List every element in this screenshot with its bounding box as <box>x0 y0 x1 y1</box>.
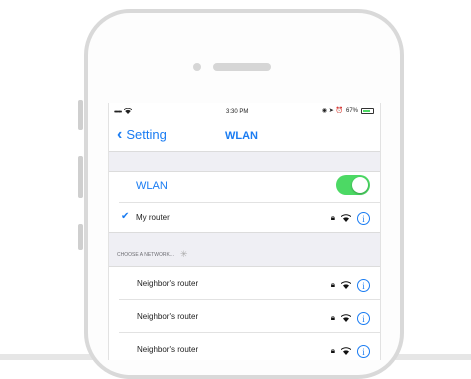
network-name: Neighbor's router <box>137 279 199 288</box>
wifi-icon <box>340 276 352 294</box>
loading-spinner-icon: ✳ <box>179 249 188 259</box>
info-icon[interactable]: i <box>357 311 370 325</box>
network-row[interactable]: Neighbor's router 🔒︎ i <box>119 299 380 332</box>
battery-icon <box>361 107 374 114</box>
volume-up-button <box>78 156 83 198</box>
status-right: ◉ ➤ ⏰ 67% <box>322 107 374 114</box>
wifi-icon <box>340 342 352 360</box>
choose-network-header: CHOOSE A NETWORK... ✳ <box>117 249 188 260</box>
phone-screen: ••••• 3:30 PM ◉ ➤ ⏰ 67% ‹ Setting WLAN W… <box>108 103 381 360</box>
section-header-label: CHOOSE A NETWORK... <box>117 251 174 258</box>
info-icon[interactable]: i <box>357 278 370 292</box>
page-title: WLAN <box>225 130 258 142</box>
network-icons: 🔒︎ i <box>331 342 370 360</box>
wifi-icon <box>340 209 352 227</box>
status-time: 3:30 PM <box>226 109 249 115</box>
battery-percent: 67% <box>345 107 358 114</box>
connected-network-row[interactable]: ✔ My router 🔒︎ i <box>119 202 380 233</box>
lock-icon: 🔒︎ <box>330 313 335 322</box>
info-icon[interactable]: i <box>357 211 370 225</box>
back-button[interactable]: ‹ Setting <box>117 125 167 143</box>
wlan-toggle-row: WLAN <box>109 172 380 202</box>
navigation-bar: ‹ Setting WLAN <box>109 121 380 152</box>
wifi-icon <box>123 107 133 116</box>
signal-strength: ••••• <box>114 108 122 116</box>
chevron-left-icon: ‹ <box>117 125 123 143</box>
wlan-group: WLAN ✔ My router 🔒︎ i <box>109 171 380 233</box>
network-name: Neighbor's router <box>137 345 199 354</box>
network-list: Neighbor's router 🔒︎ i Neighbor's router… <box>109 266 380 360</box>
network-icons: 🔒︎ i <box>331 276 370 294</box>
lock-icon: 🔒︎ <box>330 213 335 222</box>
front-camera <box>193 63 201 71</box>
network-row[interactable]: Neighbor's router 🔒︎ i <box>119 332 380 360</box>
earpiece-speaker <box>213 63 271 71</box>
checkmark-icon: ✔ <box>121 211 130 222</box>
lock-icon: 🔒︎ <box>330 280 335 289</box>
status-extras: ◉ ➤ ⏰ <box>321 108 343 114</box>
volume-down-button <box>78 224 83 250</box>
network-icons: 🔒︎ i <box>331 209 370 227</box>
network-icons: 🔒︎ i <box>331 309 370 327</box>
signal-group: ••••• <box>114 107 133 116</box>
network-name: Neighbor's router <box>137 312 199 321</box>
connected-network-name: My router <box>136 213 170 222</box>
info-icon[interactable]: i <box>357 344 370 358</box>
mute-switch <box>78 100 83 130</box>
status-bar: ••••• 3:30 PM ◉ ➤ ⏰ 67% <box>109 103 380 121</box>
wifi-icon <box>340 309 352 327</box>
network-row[interactable]: Neighbor's router 🔒︎ i <box>109 267 380 299</box>
wlan-toggle[interactable] <box>336 175 370 195</box>
wlan-label: WLAN <box>136 180 168 192</box>
lock-icon: 🔒︎ <box>330 346 335 355</box>
back-label: Setting <box>126 127 167 142</box>
